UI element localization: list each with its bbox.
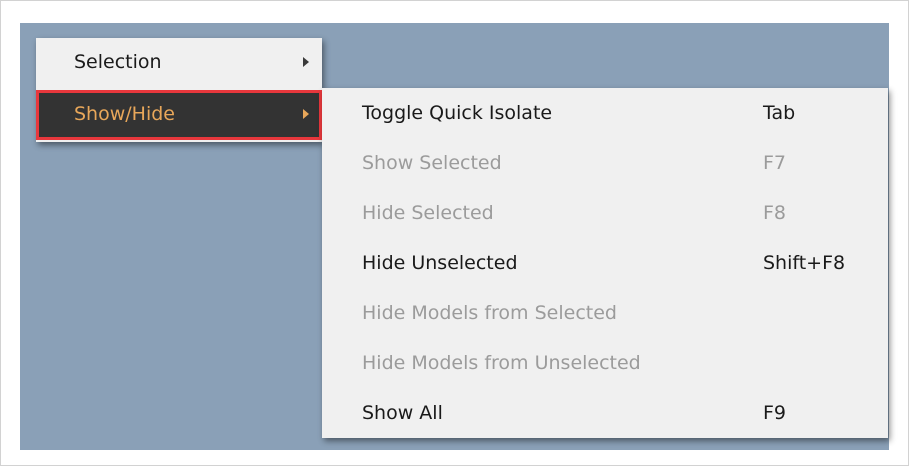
submenu-item-toggle-quick-isolate[interactable]: Toggle Quick Isolate Tab [322, 88, 888, 138]
submenu-item-label: Show All [362, 402, 443, 424]
submenu-arrow-icon [303, 109, 309, 119]
shortcut-label: F9 [763, 402, 787, 424]
show-hide-submenu: Toggle Quick Isolate Tab Show Selected F… [322, 88, 888, 438]
menu-item-selection[interactable]: Selection [36, 38, 322, 88]
submenu-item-hide-selected: Hide Selected F8 [322, 188, 888, 238]
menu-item-label: Show/Hide [74, 103, 175, 125]
submenu-arrow-icon [303, 57, 309, 67]
shortcut-label: Tab [763, 102, 796, 124]
submenu-item-label: Hide Models from Unselected [362, 352, 641, 374]
submenu-item-label: Hide Unselected [362, 252, 518, 274]
shortcut-label: F8 [763, 202, 787, 224]
menu-item-label: Selection [74, 51, 162, 73]
submenu-item-label: Show Selected [362, 152, 502, 174]
menu-item-show-hide[interactable]: Show/Hide [36, 90, 322, 140]
submenu-item-label: Toggle Quick Isolate [362, 102, 553, 124]
context-menu: Selection Show/Hide [36, 38, 322, 142]
submenu-item-show-all[interactable]: Show All F9 [322, 388, 888, 438]
shortcut-label: Shift+F8 [763, 252, 846, 274]
submenu-item-show-selected: Show Selected F7 [322, 138, 888, 188]
submenu-item-hide-models-from-unselected: Hide Models from Unselected [322, 338, 888, 388]
shortcut-label: F7 [763, 152, 787, 174]
submenu-item-label: Hide Models from Selected [362, 302, 617, 324]
submenu-item-hide-unselected[interactable]: Hide Unselected Shift+F8 [322, 238, 888, 288]
submenu-item-label: Hide Selected [362, 202, 494, 224]
submenu-item-hide-models-from-selected: Hide Models from Selected [322, 288, 888, 338]
